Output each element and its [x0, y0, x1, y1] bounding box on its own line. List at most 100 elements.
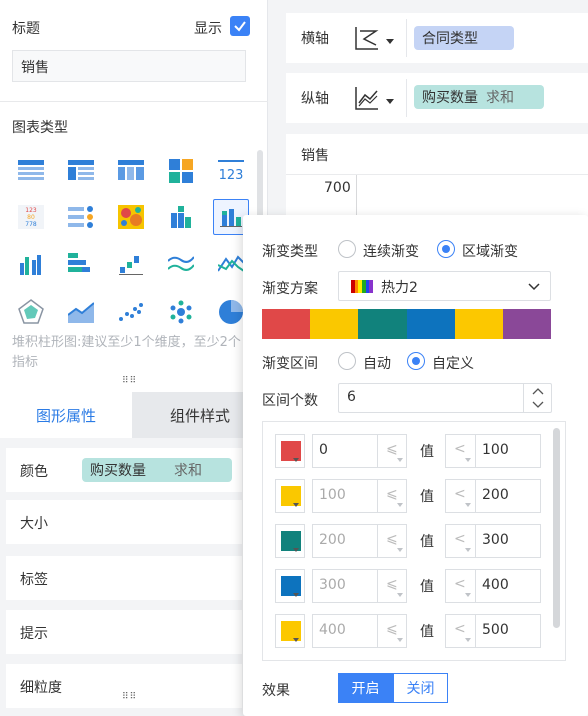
prop-row-label[interactable]: 标签 — [6, 556, 242, 600]
range-from-operator[interactable]: ⩽ — [377, 615, 407, 647]
effect-off-button[interactable]: 关闭 — [393, 673, 448, 703]
radio-auto[interactable] — [338, 352, 356, 370]
range-color-picker[interactable] — [275, 524, 305, 558]
range-from-operator[interactable]: ⩽ — [377, 570, 407, 602]
kpi-number-icon[interactable]: 123 — [213, 153, 249, 189]
grouped-table-icon[interactable] — [113, 153, 149, 189]
caret-down-icon — [293, 458, 299, 462]
area-chart-icon[interactable] — [63, 294, 99, 330]
range-to-operator[interactable]: < — [446, 570, 476, 602]
multi-line-icon[interactable] — [163, 246, 199, 282]
resize-handle-bottom[interactable]: ⠿⠿ — [122, 693, 137, 702]
range-to-input[interactable]: <100 — [445, 434, 541, 468]
show-label: 显示 — [194, 21, 222, 37]
radar-icon[interactable] — [13, 294, 49, 330]
prop-row-tooltip[interactable]: 提示 — [6, 610, 242, 654]
range-to-value: 100 — [482, 442, 509, 458]
left-config-panel: 标题 显示 销售 图表类型 123 123 80 778 堆积柱形图:建议至少1… — [0, 0, 268, 716]
caret-down-icon — [293, 593, 299, 597]
range-to-value: 300 — [482, 532, 509, 548]
tooltip-label: 提示 — [20, 626, 48, 642]
effect-on-button[interactable]: 开启 — [338, 673, 393, 703]
radio-continuous-label[interactable]: 连续渐变 — [363, 241, 419, 261]
dot-cluster-icon[interactable] — [163, 294, 199, 330]
color-blocks-icon[interactable] — [163, 153, 199, 189]
y-axis-label: 纵轴 — [301, 91, 329, 107]
interval-count-stepper[interactable] — [523, 384, 551, 412]
range-from-input[interactable]: 200 ⩽ — [312, 524, 407, 558]
caret-down-icon — [293, 548, 299, 552]
x-axis-field: 合同类型 — [422, 31, 478, 47]
range-to-operator[interactable]: < — [446, 480, 476, 512]
range-from-input[interactable]: 400 ⩽ — [312, 614, 407, 648]
radio-auto-label[interactable]: 自动 — [363, 353, 391, 373]
gradient-settings-popup: 渐变类型 连续渐变 区域渐变 渐变方案 热力2 渐变区间 自动 自定义 区间个数… — [243, 215, 588, 716]
range-from-value: 0 — [319, 442, 328, 458]
caret-down-icon — [293, 638, 299, 642]
show-title-checkbox[interactable] — [230, 16, 250, 36]
interval-count-input[interactable]: 6 — [338, 383, 552, 413]
range-to-operator[interactable]: < — [446, 615, 476, 647]
effect-label: 效果 — [262, 683, 290, 699]
range-from-operator[interactable]: ⩽ — [377, 480, 407, 512]
range-to-input[interactable]: <300 — [445, 524, 541, 558]
tab-graphic-properties[interactable]: 图形属性 — [0, 392, 132, 438]
range-to-input[interactable]: <500 — [445, 614, 541, 648]
chevron-down-icon — [528, 283, 540, 291]
range-to-operator[interactable]: < — [446, 525, 476, 557]
range-from-input[interactable]: 100 ⩽ — [312, 479, 407, 513]
range-color-picker[interactable] — [275, 434, 305, 468]
color-field-pill[interactable]: 购买数量 求和 — [82, 458, 232, 482]
scheme-value: 热力2 — [381, 280, 418, 296]
x-axis-field-pill[interactable]: 合同类型 — [414, 26, 514, 50]
radio-continuous[interactable] — [338, 240, 356, 258]
title-input[interactable]: 销售 — [12, 50, 246, 82]
divider — [0, 101, 268, 102]
prop-row-color[interactable]: 颜色 购买数量 求和 — [6, 448, 242, 492]
title-row: 标题 显示 — [12, 16, 250, 40]
range-list-scrollbar[interactable] — [553, 428, 560, 628]
radio-region-label[interactable]: 区域渐变 — [462, 241, 518, 261]
multi-kpi-icon[interactable]: 123 80 778 — [13, 199, 49, 235]
radio-custom-label[interactable]: 自定义 — [432, 353, 474, 373]
range-from-operator[interactable]: ⩽ — [377, 525, 407, 557]
cross-table-icon[interactable] — [63, 153, 99, 189]
y-axis-dropdown-icon[interactable] — [386, 99, 394, 104]
grouped-bar-icon[interactable] — [13, 246, 49, 282]
waterfall-icon[interactable] — [113, 246, 149, 282]
rainbow-icon — [351, 280, 374, 293]
radio-region[interactable] — [437, 240, 455, 258]
range-color-picker[interactable] — [275, 479, 305, 513]
interval-count-label: 区间个数 — [262, 393, 318, 409]
range-to-input[interactable]: <200 — [445, 479, 541, 513]
resize-handle[interactable]: ⠿⠿ — [122, 377, 137, 386]
range-row: 300 ⩽ 值 <400 — [275, 569, 541, 603]
stacked-column-icon[interactable] — [163, 199, 199, 235]
range-from-input[interactable]: 0 ⩽ — [312, 434, 407, 468]
rainbow-stripe — [369, 280, 374, 293]
radio-custom[interactable] — [407, 352, 425, 370]
range-color-picker[interactable] — [275, 614, 305, 648]
prop-row-size[interactable]: 大小 — [6, 500, 242, 544]
range-to-value: 500 — [482, 622, 509, 638]
y-axis-type-icon[interactable] — [354, 85, 380, 111]
gradient-scheme-select[interactable]: 热力2 — [338, 271, 551, 301]
y-axis-field-pill[interactable]: 购买数量 求和 — [414, 85, 544, 109]
range-value-label: 值 — [420, 444, 434, 460]
bullet-list-icon[interactable] — [63, 199, 99, 235]
heatmap-icon[interactable] — [113, 199, 149, 235]
range-from-operator[interactable]: ⩽ — [377, 435, 407, 467]
horizontal-bar-icon[interactable] — [63, 246, 99, 282]
interval-count-value: 6 — [347, 389, 356, 405]
x-axis-type-icon[interactable] — [354, 25, 380, 51]
scatter-icon[interactable] — [113, 294, 149, 330]
range-from-input[interactable]: 300 ⩽ — [312, 569, 407, 603]
range-color-picker[interactable] — [275, 569, 305, 603]
table-icon[interactable] — [13, 153, 49, 189]
range-value-label: 值 — [420, 624, 434, 640]
scheme-swatch — [310, 309, 359, 339]
x-axis-dropdown-icon[interactable] — [386, 39, 394, 44]
divider — [406, 79, 407, 117]
range-to-operator[interactable]: < — [446, 435, 476, 467]
range-to-input[interactable]: <400 — [445, 569, 541, 603]
